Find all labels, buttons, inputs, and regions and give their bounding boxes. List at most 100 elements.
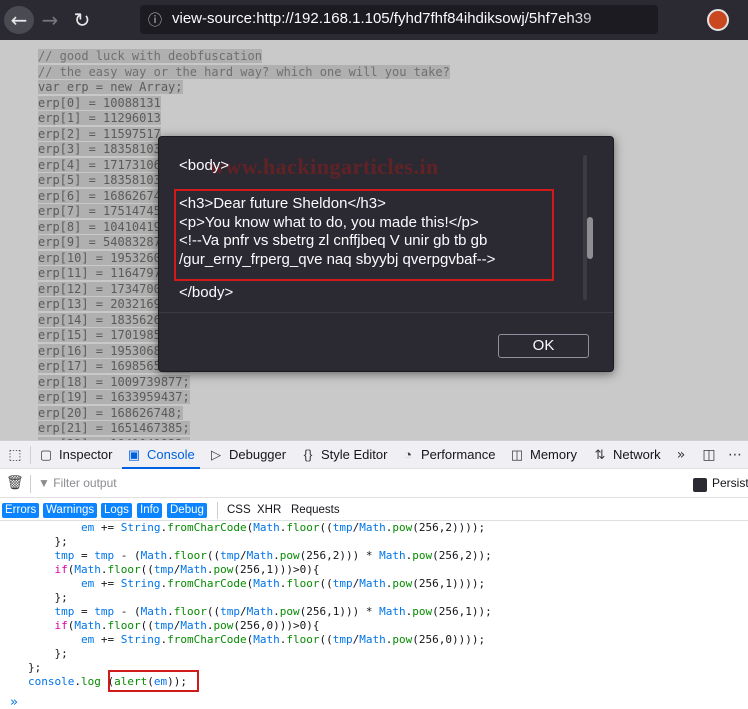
debugger-icon: ▷ [211,447,221,462]
tab-label: Inspector [59,447,113,462]
filter-placeholder: Filter output [53,476,117,490]
persist-label: Persist [712,476,748,490]
source-code-line: erp[20] = 168626748; [38,405,450,422]
inspector-icon: ▢ [39,447,53,462]
persist-checkbox[interactable] [693,478,707,492]
ok-button[interactable]: OK [498,334,589,358]
alert-call-highlight-box [108,670,199,692]
tab-label: Debugger [229,447,287,462]
source-code-line: erp[1] = 11296013 [38,111,450,127]
message-line: <p>You know what to do, you made this!</… [179,213,479,231]
code-line: if(Math.floor((tmp/Math.pow(256,0)))>0){ [54,619,320,632]
message-line: /gur_erny_frperg_qve naq sbyybj qverpgvb… [179,250,496,268]
source-line-text: erp[4] = 17173106 [38,157,161,172]
type-xhr-button[interactable]: XHR [254,503,284,518]
alert-dialog: www.hackingarticles.in <body> <h3>Dear f… [158,136,614,372]
tab-inspector[interactable]: ▢ Inspector [38,441,113,469]
tabbar-separator [30,446,31,464]
dock-side-icon[interactable]: ◫ [698,441,720,469]
dialog-scrollbar-thumb[interactable] [587,217,593,259]
console-level-bar: Errors Warnings Logs Info Debug CSS XHR … [0,499,748,521]
type-css-button[interactable]: CSS [224,503,254,518]
source-line-text: erp[7] = 17514745 [38,204,161,218]
page-info-icon[interactable]: ⓘ [148,10,162,30]
source-line-text: erp[2] = 11597517 [38,126,161,141]
memory-icon: ◫ [510,447,524,462]
url-fade [568,5,658,34]
tab-memory[interactable]: ◫ Memory [509,441,577,469]
source-code-line: var erp = new Array; [38,80,450,96]
source-code-line: erp[21] = 1651467385; [38,421,450,437]
type-requests-button[interactable]: Requests [288,503,343,518]
filter-input[interactable]: ▼︎ Filter output [38,476,117,490]
message-line: <h3>Dear future Sheldon</h3> [179,195,386,212]
source-line-text: erp[6] = 16862674 [38,188,161,203]
devtools-panel: ⬚ ▢ Inspector ▣ Console ▷ Debugger {} Style … [0,440,748,709]
tab-style-editor[interactable]: {} Style Editor [300,441,388,469]
body-open-tag: <body> [179,157,230,174]
source-line-text: erp[0] = 10088131 [38,95,161,110]
tab-console[interactable]: ▣ Console [126,441,195,469]
code-line: if(Math.floor((tmp/Math.pow(256,1)))>0){ [54,563,320,576]
browser-toolbar: ← → ↻ ⓘ view-source:http://192.168.1.105… [0,0,748,40]
level-separator [217,502,218,519]
code-line: }; [28,647,68,660]
code-line: console.log (alert(em)); [28,675,187,688]
source-line-text: erp[1] = 11296013 [38,111,161,125]
source-line-text: erp[5] = 18358103 [38,173,161,187]
source-line-text: erp[8] = 10410419 [38,219,161,234]
view-source-page: // good luck with deobfuscation// the ea… [0,40,748,440]
tab-performance[interactable]: ◔ Performance [400,441,495,469]
source-line-text: erp[14] = 18356265 [38,312,169,327]
reload-icon[interactable]: ↻ [68,6,96,34]
active-tab-indicator [122,467,200,469]
tab-label: Performance [421,447,496,462]
message-line: <!--Va pnfr vs sbetrg zl cnffjbeq V unir… [179,232,488,249]
console-prompt-icon[interactable]: » [10,695,18,709]
code-line: em += String.fromCharCode(Math.floor((tm… [80,521,486,534]
code-line: tmp = tmp - (Math.floor((tmp/Math.pow(25… [54,549,492,562]
forward-arrow-icon[interactable]: → [36,6,64,34]
level-errors-button[interactable]: Errors [2,503,40,518]
source-line-text: // the easy way or the hard way? which o… [38,64,450,79]
source-code-line: erp[0] = 10088131 [38,95,450,112]
devtools-tabbar: ⬚ ▢ Inspector ▣ Console ▷ Debugger {} Style … [0,441,748,469]
back-arrow-icon[interactable]: ← [4,6,34,34]
braces-icon: {} [303,447,313,462]
source-line-text: erp[15] = 17019853 [38,328,169,342]
more-options-icon[interactable]: ⋯ [724,441,746,469]
source-comment-line: // the easy way or the hard way? which o… [38,64,450,81]
source-line-text: erp[11] = 11647978 [38,266,169,280]
source-line-text: erp[19] = 1633959437; [38,390,190,404]
code-line: }; [28,591,68,604]
source-line-text: erp[12] = 17347003 [38,281,169,296]
tab-label: Memory [530,447,577,462]
url-bar[interactable]: ⓘ view-source:http://192.168.1.105/fyhd7… [140,5,658,34]
extension-icon[interactable] [707,9,729,31]
source-line-text: // good luck with deobfuscation [38,49,262,63]
pick-element-icon[interactable]: ⬚ [4,441,26,469]
console-input-code[interactable]: em += String.fromCharCode(Math.floor((tm… [28,521,492,689]
level-debug-button[interactable]: Debug [167,503,207,518]
body-close-tag: </body> [179,284,234,301]
tab-debugger[interactable]: ▷ Debugger [208,441,286,469]
code-line: em += String.fromCharCode(Math.floor((tm… [80,577,486,590]
level-warnings-button[interactable]: Warnings [43,503,98,518]
alert-message: <h3>Dear future Sheldon</h3> <p>You know… [179,195,579,269]
more-tabs-chevron-icon[interactable]: » [670,441,692,469]
code-line: em += String.fromCharCode(Math.floor((tm… [80,633,486,646]
level-info-button[interactable]: Info [137,503,163,518]
filter-funnel-icon: ▼︎ [38,476,50,490]
source-line-text: erp[9] = 54083287 [38,235,161,249]
tab-network[interactable]: ⇅ Network [592,441,661,469]
console-icon: ▣ [127,447,141,462]
source-line-text: var erp = new Array; [38,80,183,94]
source-line-text: erp[21] = 1651467385; [38,421,190,435]
code-line: tmp = tmp - (Math.floor((tmp/Math.pow(25… [54,605,492,618]
tab-label: Network [613,447,661,462]
tab-label: Console [147,447,195,462]
source-code-line: erp[18] = 1009739877; [38,374,450,391]
level-logs-button[interactable]: Logs [101,503,132,518]
source-line-text: erp[18] = 1009739877; [38,374,190,389]
trash-icon[interactable]: 🗑 [6,475,24,493]
